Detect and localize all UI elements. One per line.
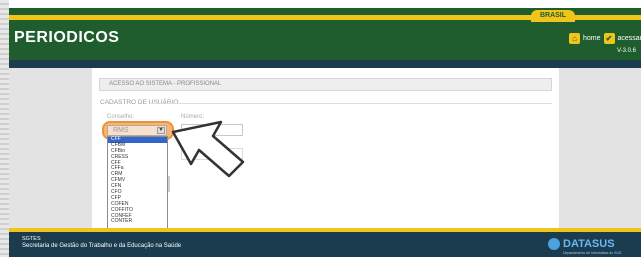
datasus-logo-icon [548,238,560,250]
datasus-tagline: Departamento de Informática do SUS [563,251,622,255]
footer-org: SGTES [22,236,41,242]
header-nav: ⌂ home ✔ acessar [569,33,641,44]
page-title: PERIODICOS [14,29,120,46]
section-header: ACESSO AO SISTEMA - PROFISSIONAL [99,78,552,91]
home-icon[interactable]: ⌂ [569,33,580,44]
acessar-link[interactable]: acessar [618,35,641,42]
conselho-select-value: RMS [113,127,129,134]
form-edge-line [168,176,170,192]
footer-department: Secretaria de Gestão do Trabalho e da Ed… [22,243,182,249]
top-strip [9,0,641,8]
version-label: V-3.0.6 [617,48,637,54]
page-left-edge [0,0,9,257]
pointer-arrow-icon [171,120,245,178]
conselho-select[interactable]: RMS ▼ [107,125,167,136]
conselho-dropdown-list[interactable]: CFF CFBM CFBio CRESS CFF CFFa CRM CFMV CFN CFO CFP… [107,136,168,242]
datasus-brand: DATASUS [563,238,615,250]
fieldset-divider [150,103,552,104]
home-link[interactable]: home [583,35,601,42]
check-icon[interactable]: ✔ [603,33,615,44]
conselho-label: Conselho: [107,114,135,120]
datasus-logo[interactable]: DATASUS [548,238,615,250]
dropdown-option[interactable]: CONTER [108,219,167,225]
brasil-link[interactable]: BRASIL [531,10,575,22]
chevron-down-icon[interactable]: ▼ [157,127,165,134]
header-bottom-bar [9,60,641,68]
